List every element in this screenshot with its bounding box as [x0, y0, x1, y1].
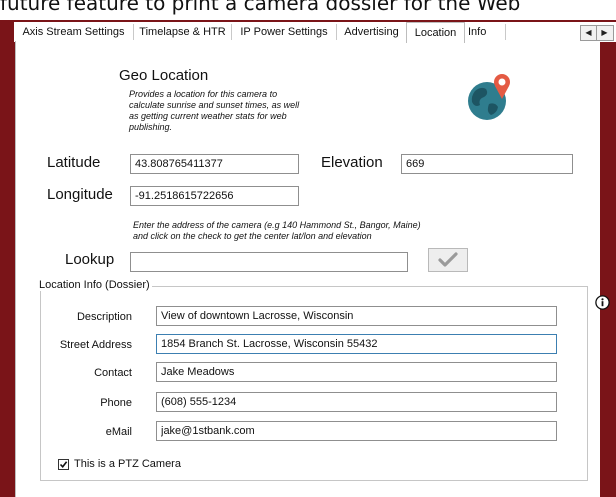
background-document-text: future feature to print a camera dossier… [0, 0, 521, 15]
lookup-check-button[interactable] [428, 248, 468, 272]
tab-label: IP Power Settings [240, 26, 328, 38]
geo-location-description: Provides a location for this camera to c… [129, 89, 299, 133]
tab-timelapse-htr[interactable]: Timelapse & HTR [134, 24, 232, 40]
tab-strip: Axis Stream Settings Timelapse & HTR IP … [14, 22, 616, 43]
phone-label: Phone [100, 397, 132, 409]
tab-location[interactable]: Location [406, 22, 465, 43]
tab-label: Info [468, 26, 487, 38]
longitude-label: Longitude [47, 186, 113, 203]
latitude-input[interactable] [130, 154, 299, 174]
tab-axis-stream-settings[interactable]: Axis Stream Settings [14, 24, 134, 40]
tab-label: Location [414, 27, 457, 39]
tab-label: Axis Stream Settings [22, 26, 125, 38]
desc-line: as getting current weather stats for web [129, 111, 287, 121]
lookup-label: Lookup [65, 251, 115, 268]
tab-info[interactable]: Info [464, 24, 506, 40]
elevation-label: Elevation [321, 154, 383, 171]
tab-ip-power-settings[interactable]: IP Power Settings [232, 24, 337, 40]
scroll-left-icon[interactable]: ◀ [581, 26, 597, 40]
elevation-input[interactable] [401, 154, 573, 174]
hint-line: Enter the address of the camera (e.g 140… [133, 220, 421, 230]
longitude-input[interactable] [130, 186, 299, 206]
lookup-input[interactable] [130, 252, 408, 272]
location-panel: Geo Location Provides a location for thi… [15, 41, 610, 497]
hint-line: and click on the check to get the center… [133, 231, 372, 241]
email-input[interactable] [156, 421, 557, 441]
window-frame: future feature to print a camera dossier… [0, 0, 616, 497]
desc-line: Provides a location for this camera to [129, 89, 278, 99]
email-label: eMail [105, 426, 132, 438]
description-input[interactable] [156, 306, 557, 326]
background-document-strip: future feature to print a camera dossier… [0, 0, 616, 20]
desc-line: publishing. [129, 122, 173, 132]
ptz-checkbox-label[interactable]: This is a PTZ Camera [74, 458, 181, 470]
tab-scroll-buttons: ◀ ▶ [580, 25, 614, 41]
phone-input[interactable] [156, 392, 557, 412]
info-icon[interactable] [595, 295, 610, 310]
contact-label: Contact [94, 367, 132, 379]
checkmark-icon [438, 252, 458, 267]
address-hint: Enter the address of the camera (e.g 140… [133, 220, 421, 242]
globe-pin-icon [468, 74, 510, 120]
dossier-legend: Location Info (Dossier) [37, 279, 152, 291]
scroll-right-icon[interactable]: ▶ [597, 26, 612, 40]
tab-advertising[interactable]: Advertising [337, 24, 407, 40]
street-address-input[interactable] [156, 334, 557, 354]
contact-input[interactable] [156, 362, 557, 382]
geo-location-title: Geo Location [119, 67, 209, 84]
street-address-label: Street Address [59, 339, 132, 351]
latitude-label: Latitude [47, 154, 101, 171]
ptz-checkbox[interactable] [58, 459, 69, 470]
desc-line: calculate sunrise and sunset times, as w… [129, 100, 300, 110]
tab-label: Advertising [344, 26, 399, 38]
checkbox-check-icon [59, 461, 68, 469]
description-label: Description [76, 311, 132, 323]
tab-label: Timelapse & HTR [139, 26, 226, 38]
